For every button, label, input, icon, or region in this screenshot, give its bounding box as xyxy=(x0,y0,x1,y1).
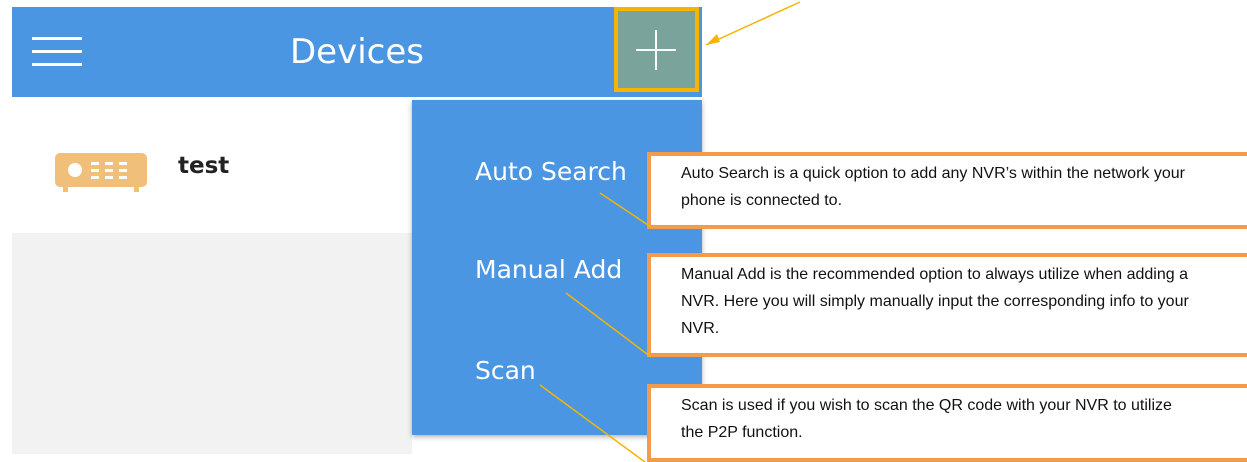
callout-manual-add: Manual Add is the recommended option to … xyxy=(647,253,1247,357)
device-name: test xyxy=(178,153,230,179)
add-button-leader-line xyxy=(705,1,801,46)
callout-text: Manual Add is the recommended option to … xyxy=(681,266,1189,337)
arrowhead-icon xyxy=(706,34,720,45)
menu-item-manual-add[interactable]: Manual Add xyxy=(475,255,622,284)
hamburger-menu-icon[interactable] xyxy=(32,35,82,69)
menu-item-auto-search[interactable]: Auto Search xyxy=(475,157,627,186)
app-bar: Devices xyxy=(12,7,702,97)
callout-auto-search: Auto Search is a quick option to add any… xyxy=(647,152,1247,229)
empty-list-area xyxy=(12,233,412,454)
device-list-item[interactable]: test xyxy=(12,97,412,233)
page-title: Devices xyxy=(290,32,424,72)
callout-scan: Scan is used if you wish to scan the QR … xyxy=(647,384,1247,462)
callout-text: Auto Search is a quick option to add any… xyxy=(681,165,1185,209)
add-device-button[interactable] xyxy=(614,7,699,92)
nvr-recorder-icon xyxy=(55,153,147,198)
menu-item-scan[interactable]: Scan xyxy=(475,356,536,385)
callout-text: Scan is used if you wish to scan the QR … xyxy=(681,397,1172,441)
